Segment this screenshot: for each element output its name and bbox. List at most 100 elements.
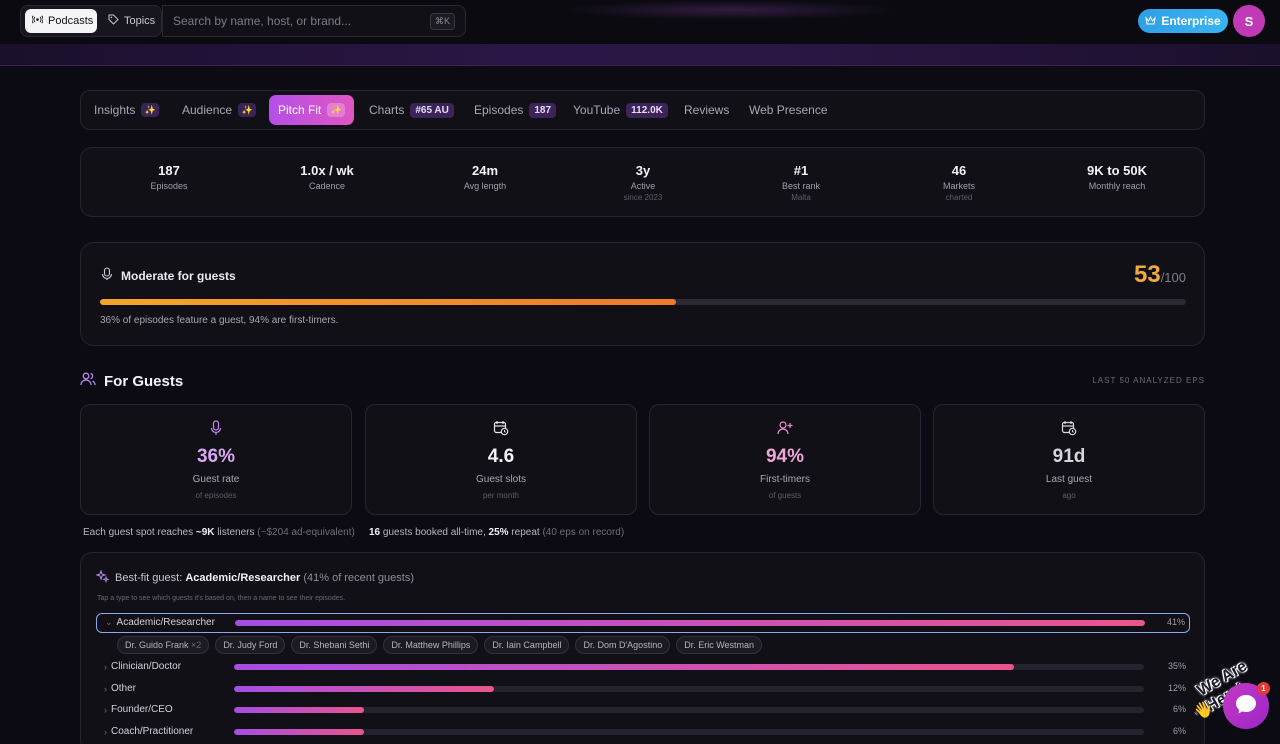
search-input[interactable]: Search by name, host, or brand... ⌘K bbox=[162, 5, 466, 37]
stat-label: Monthly reach bbox=[1088, 181, 1146, 191]
row-label: ⌄ Academic/Researcher bbox=[105, 617, 215, 628]
card-value: 91d bbox=[1052, 446, 1086, 467]
guest-chip[interactable]: Dr. Judy Ford bbox=[215, 636, 286, 654]
score-number: 53 /100 bbox=[1134, 261, 1186, 289]
row-percent: 6% bbox=[1172, 726, 1186, 736]
row-label-text: Other bbox=[111, 683, 137, 694]
best-fit-prefix: Best-fit guest: bbox=[115, 572, 186, 584]
topics-toggle[interactable]: Topics bbox=[101, 9, 159, 33]
tab-insights[interactable]: Insights ✨ bbox=[85, 95, 168, 125]
best-fit-share: (41% of recent guests) bbox=[300, 572, 415, 584]
chevron-right-icon: › bbox=[104, 683, 107, 694]
card-sub: of guests bbox=[768, 491, 802, 500]
chat-unread-badge: 1 bbox=[1257, 682, 1270, 695]
card-value: 36% bbox=[196, 446, 236, 467]
card-sub: per month bbox=[482, 491, 520, 500]
waving-hand-icon: 👋 bbox=[1193, 702, 1213, 719]
stat-label: Cadence bbox=[308, 181, 346, 191]
note-dim: (~$204 ad-equivalent) bbox=[257, 527, 355, 538]
best-fit-title: Best-fit guest: Academic/Researcher (41%… bbox=[95, 569, 415, 586]
note-text: Each guest spot reaches bbox=[83, 527, 196, 538]
user-plus-icon bbox=[650, 420, 920, 438]
row-bar bbox=[234, 664, 1144, 670]
first-timers-card: 94% First-timers of guests bbox=[649, 404, 921, 515]
enterprise-label: Enterprise bbox=[1161, 14, 1221, 28]
avatar[interactable]: S bbox=[1233, 5, 1265, 37]
stat-value: 3y bbox=[635, 163, 651, 178]
guest-chip[interactable]: Dr. Dom D'Agostino bbox=[575, 636, 671, 654]
note-strong: 16 bbox=[369, 527, 381, 538]
row-percent: 12% bbox=[1167, 683, 1186, 693]
row-bar bbox=[234, 729, 1144, 735]
tab-charts[interactable]: Charts #65 AU bbox=[360, 95, 463, 125]
row-label-text: Founder/CEO bbox=[111, 704, 173, 715]
row-bar-fill bbox=[235, 620, 1145, 626]
tab-episodes[interactable]: Episodes 187 bbox=[465, 95, 565, 125]
stat-monthly-reach: 9K to 50K Monthly reach bbox=[1047, 163, 1187, 191]
sparkles-icon bbox=[95, 569, 110, 586]
best-fit-hint: Tap a type to see which guests it's base… bbox=[97, 595, 346, 602]
microphone-icon bbox=[81, 420, 351, 438]
row-label: › Other bbox=[104, 683, 136, 694]
note-text: guests booked all-time, bbox=[380, 527, 489, 538]
stat-sub: charted bbox=[945, 193, 973, 202]
microphone-icon bbox=[101, 267, 113, 284]
tab-bar: Insights ✨ Audience ✨ Pitch Fit ✨ Charts… bbox=[80, 90, 1205, 130]
guest-rate-card: 36% Guest rate of episodes bbox=[80, 404, 352, 515]
search-shortcut: ⌘K bbox=[429, 12, 455, 30]
last-guest-card: 91d Last guest ago bbox=[933, 404, 1205, 515]
tab-label: Reviews bbox=[684, 103, 730, 117]
stat-sub: Malta bbox=[791, 193, 811, 202]
chevron-right-icon: › bbox=[104, 704, 107, 715]
card-label: Guest slots bbox=[475, 474, 527, 485]
enterprise-button[interactable]: Enterprise bbox=[1138, 9, 1228, 33]
stat-value: #1 bbox=[793, 163, 809, 178]
guest-type-row[interactable]: › Founder/CEO 6% bbox=[96, 701, 1190, 721]
tab-web-presence[interactable]: Web Presence bbox=[740, 95, 837, 125]
note-strong: ~9K bbox=[195, 527, 215, 538]
tab-reviews[interactable]: Reviews bbox=[675, 95, 738, 125]
reach-note: Each guest spot reaches ~9K listeners (~… bbox=[83, 527, 355, 538]
row-percent: 35% bbox=[1167, 661, 1186, 671]
stat-sub: since 2023 bbox=[623, 193, 663, 202]
podcasts-toggle[interactable]: Podcasts bbox=[25, 9, 97, 33]
tab-label: Pitch Fit bbox=[278, 103, 322, 117]
tab-label: Episodes bbox=[474, 103, 524, 117]
stats-strip: 187 Episodes 1.0x / wk Cadence 24m Avg l… bbox=[80, 147, 1205, 217]
stat-best-rank: #1 Best rank Malta bbox=[731, 163, 871, 202]
calendar-clock-icon bbox=[934, 420, 1204, 438]
tab-youtube[interactable]: YouTube 112.0K bbox=[564, 95, 677, 125]
stat-episodes: 187 Episodes bbox=[99, 163, 239, 191]
sparkle-icon: ✨ bbox=[238, 103, 257, 117]
sparkle-icon: ✨ bbox=[141, 103, 160, 117]
episodes-badge: 187 bbox=[529, 102, 557, 118]
chevron-down-icon: ⌄ bbox=[105, 617, 113, 627]
best-fit-type: Academic/Researcher bbox=[185, 572, 301, 584]
guest-type-row[interactable]: › Coach/Practitioner 6% bbox=[96, 723, 1190, 743]
card-value: 4.6 bbox=[487, 446, 515, 467]
row-bar-fill bbox=[234, 686, 495, 692]
guest-chip[interactable]: Dr. Iain Campbell bbox=[484, 636, 570, 654]
score-title: Moderate for guests bbox=[101, 267, 236, 284]
chip-count: ×2 bbox=[191, 640, 202, 650]
mode-switch: Podcasts Topics bbox=[20, 5, 162, 37]
guest-chips: Dr. Guido Frank ×2 Dr. Judy Ford Dr. She… bbox=[117, 636, 763, 654]
sparkle-icon: ✨ bbox=[327, 103, 346, 117]
note-text: listeners bbox=[214, 527, 258, 538]
guest-chip[interactable]: Dr. Guido Frank ×2 bbox=[117, 636, 210, 654]
guest-chip[interactable]: Dr. Eric Westman bbox=[676, 636, 763, 654]
guest-chip[interactable]: Dr. Shebani Sethi bbox=[291, 636, 378, 654]
tab-audience[interactable]: Audience ✨ bbox=[173, 95, 265, 125]
card-value: 94% bbox=[765, 446, 805, 467]
broadcast-icon bbox=[31, 15, 44, 27]
note-text: repeat bbox=[508, 527, 543, 538]
guest-type-row[interactable]: › Clinician/Doctor 35% bbox=[96, 658, 1190, 678]
score-title-text: Moderate for guests bbox=[121, 268, 236, 283]
topics-label: Topics bbox=[124, 15, 156, 27]
guest-type-row[interactable]: › Other 12% bbox=[96, 680, 1190, 700]
tab-pitch-fit[interactable]: Pitch Fit ✨ bbox=[269, 95, 355, 125]
guest-chip[interactable]: Dr. Matthew Phillips bbox=[383, 636, 479, 654]
guest-type-row[interactable]: ⌄ Academic/Researcher 41% bbox=[96, 613, 1190, 633]
score-value: 53 bbox=[1133, 261, 1161, 288]
row-bar-fill bbox=[234, 707, 365, 713]
